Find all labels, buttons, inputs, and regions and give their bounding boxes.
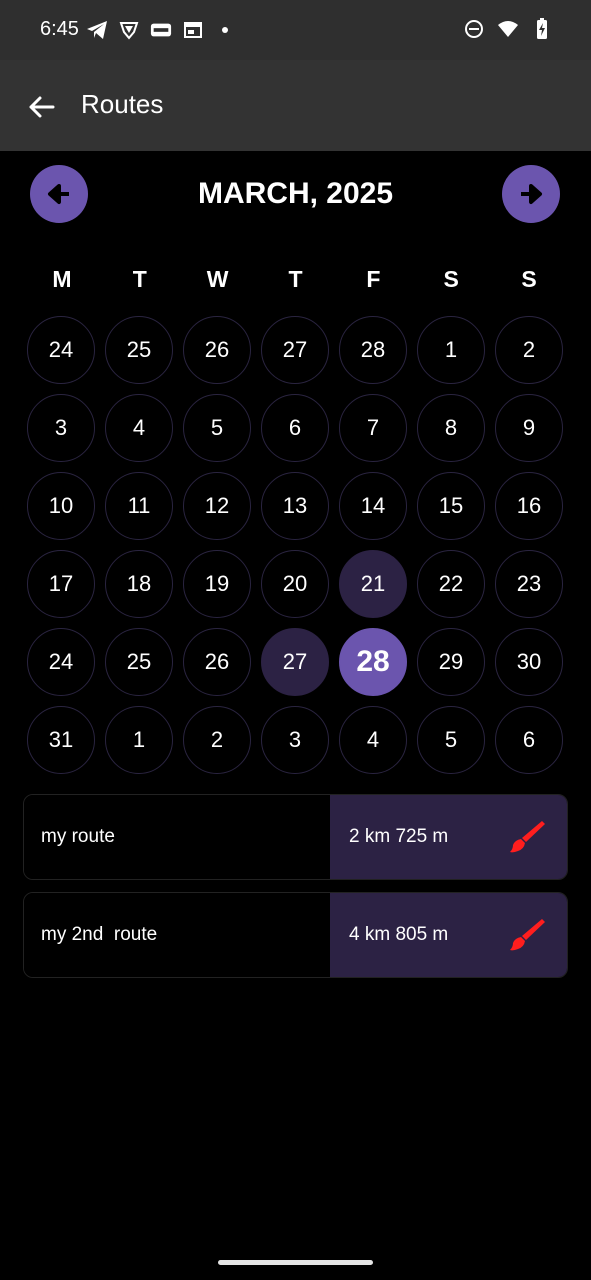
route-card[interactable]: my route 2 km 725 m <box>23 794 568 880</box>
calendar-day[interactable]: 26 <box>183 316 251 384</box>
calendar-day[interactable]: 13 <box>261 472 329 540</box>
calendar-day[interactable]: 4 <box>105 394 173 462</box>
calendar-week: 31 1 2 3 4 5 6 <box>27 706 567 774</box>
weekday-label: T <box>132 266 147 292</box>
route-details: 2 km 725 m <box>330 795 567 879</box>
calendar-day[interactable]: 8 <box>417 394 485 462</box>
status-bar: 6:45 <box>0 0 591 60</box>
calendar-day-highlighted[interactable]: 27 <box>261 628 329 696</box>
status-time: 6:45 <box>40 18 79 40</box>
battery-icon <box>531 18 553 40</box>
route-card[interactable]: my 2nd route 4 km 805 m <box>23 892 568 978</box>
back-button[interactable] <box>24 90 58 124</box>
calendar-day[interactable]: 2 <box>183 706 251 774</box>
calendar-day[interactable]: 30 <box>495 628 563 696</box>
calendar-week: 17 18 19 20 21 22 23 <box>27 550 567 618</box>
calendar-day[interactable]: 25 <box>105 316 173 384</box>
calendar-day[interactable]: 16 <box>495 472 563 540</box>
calendar-week: 24 25 26 27 28 1 2 <box>27 316 567 384</box>
route-name: my 2nd route <box>24 893 330 977</box>
routes-list: my route 2 km 725 m my 2nd route 4 km 80… <box>23 794 568 990</box>
route-distance: 4 km 805 m <box>349 924 449 945</box>
calendar-day[interactable]: 18 <box>105 550 173 618</box>
weekday-label: M <box>52 266 72 292</box>
calendar-day[interactable]: 24 <box>27 628 95 696</box>
calendar-day[interactable]: 25 <box>105 628 173 696</box>
weekday-label: W <box>206 266 229 292</box>
do-not-disturb-icon <box>463 18 485 40</box>
calendar-day[interactable]: 26 <box>183 628 251 696</box>
calendar-day[interactable]: 5 <box>417 706 485 774</box>
calendar-day[interactable]: 1 <box>417 316 485 384</box>
arrow-right-icon <box>521 184 542 204</box>
calendar-week: 24 25 26 27 28 29 30 <box>27 628 567 696</box>
calendar-week: 3 4 5 6 7 8 9 <box>27 394 567 462</box>
vpn-shield-icon <box>118 19 140 41</box>
calendar-day-highlighted[interactable]: 21 <box>339 550 407 618</box>
app-bar: Routes <box>0 60 591 151</box>
calendar-day[interactable]: 29 <box>417 628 485 696</box>
calendar-day[interactable]: 12 <box>183 472 251 540</box>
calendar-day-selected[interactable]: 28 <box>339 628 407 696</box>
wifi-icon <box>497 18 519 40</box>
weekday-header: M T W T F S S <box>23 266 568 293</box>
month-header: MARCH, 2025 <box>0 165 591 225</box>
calendar-day[interactable]: 11 <box>105 472 173 540</box>
route-details: 4 km 805 m <box>330 893 567 977</box>
paint-brush-icon[interactable] <box>507 915 547 955</box>
calendar-day[interactable]: 9 <box>495 394 563 462</box>
calendar-day[interactable]: 19 <box>183 550 251 618</box>
weekday-label: T <box>288 266 303 292</box>
weekday-label: S <box>443 266 459 292</box>
calendar-day[interactable]: 6 <box>261 394 329 462</box>
calendar-day[interactable]: 7 <box>339 394 407 462</box>
compy-icon <box>150 19 172 41</box>
calendar-day[interactable]: 15 <box>417 472 485 540</box>
calendar-day[interactable]: 28 <box>339 316 407 384</box>
paint-brush-icon[interactable] <box>507 817 547 857</box>
weekday-label: F <box>366 266 381 292</box>
home-indicator[interactable] <box>218 1260 373 1265</box>
arrow-left-icon <box>29 96 55 118</box>
telegram-icon <box>86 19 108 41</box>
calendar-day[interactable]: 3 <box>261 706 329 774</box>
next-month-button[interactable] <box>502 165 560 223</box>
calendar-day[interactable]: 31 <box>27 706 95 774</box>
calendar-day[interactable]: 4 <box>339 706 407 774</box>
calendar-day[interactable]: 17 <box>27 550 95 618</box>
calendar-day[interactable]: 23 <box>495 550 563 618</box>
calendar-day[interactable]: 3 <box>27 394 95 462</box>
calendar-grid: 24 25 26 27 28 1 2 3 4 5 6 7 8 9 10 11 1… <box>27 316 567 784</box>
route-name: my route <box>24 795 330 879</box>
weekday-label: S <box>521 266 537 292</box>
calendar-day[interactable]: 6 <box>495 706 563 774</box>
calendar-day[interactable]: 20 <box>261 550 329 618</box>
calendar-day[interactable]: 14 <box>339 472 407 540</box>
calendar-day[interactable]: 10 <box>27 472 95 540</box>
dot-icon <box>214 19 236 41</box>
calendar-day[interactable]: 2 <box>495 316 563 384</box>
calendar-day[interactable]: 1 <box>105 706 173 774</box>
page-title: Routes <box>81 89 164 119</box>
calendar-day[interactable]: 22 <box>417 550 485 618</box>
route-distance: 2 km 725 m <box>349 826 449 847</box>
calendar-day[interactable]: 5 <box>183 394 251 462</box>
calendar-day[interactable]: 24 <box>27 316 95 384</box>
calendar-week: 10 11 12 13 14 15 16 <box>27 472 567 540</box>
calendar-day[interactable]: 27 <box>261 316 329 384</box>
calendar-icon <box>182 19 204 41</box>
